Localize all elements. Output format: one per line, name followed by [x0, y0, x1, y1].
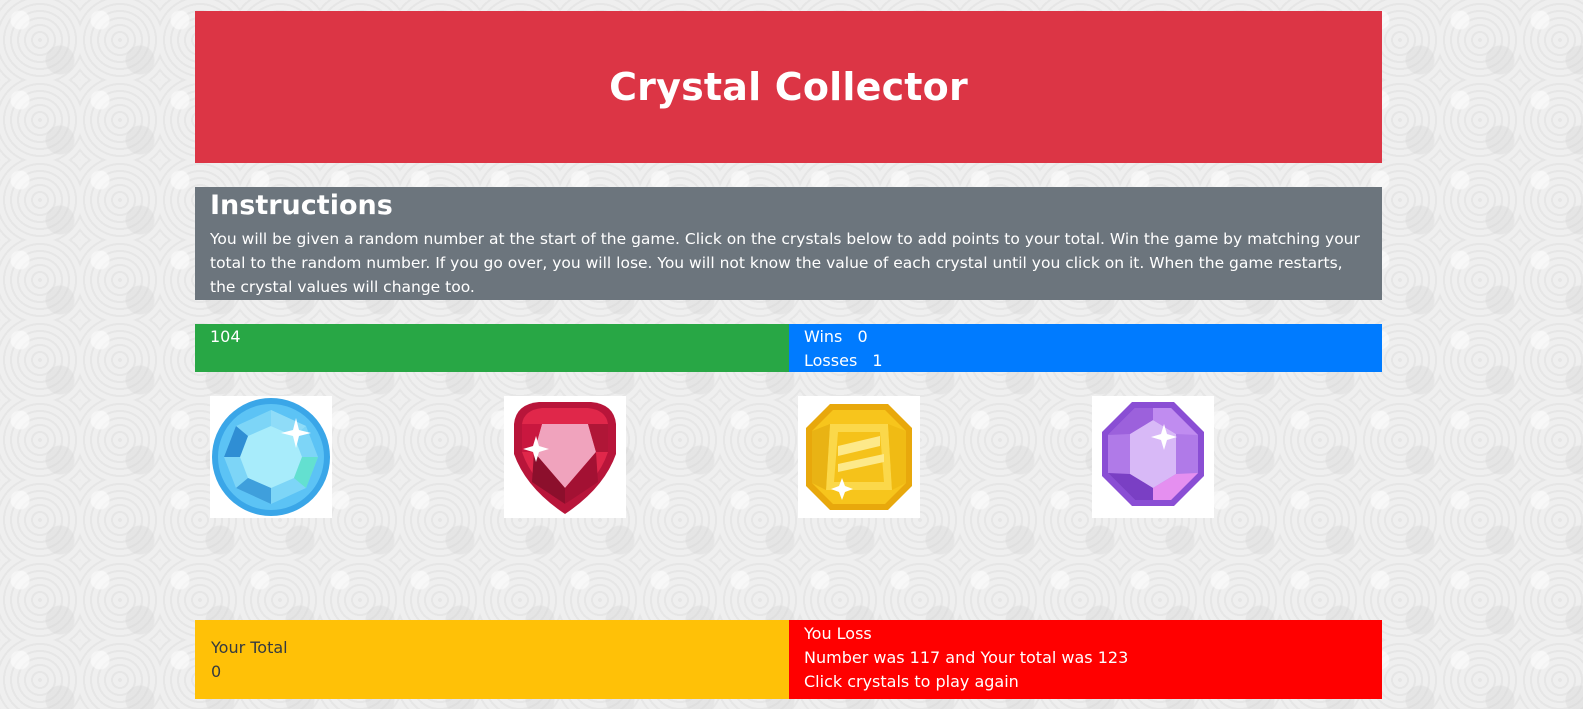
your-total-panel: Your Total 0: [195, 620, 789, 699]
game-header: Crystal Collector: [195, 11, 1382, 163]
result-prompt: Click crystals to play again: [804, 672, 1019, 691]
result-panel: You Loss Number was 117 and Your total w…: [789, 620, 1382, 699]
your-total-label: Your Total: [211, 638, 288, 657]
instructions-panel: Instructions You will be given a random …: [195, 187, 1382, 300]
your-total-value: 0: [211, 662, 222, 681]
yellow-crystal-icon: [806, 404, 912, 510]
target-number: 104: [210, 327, 241, 346]
red-crystal[interactable]: [504, 396, 626, 518]
wins-value: 0: [857, 327, 868, 346]
losses-label: Losses: [804, 351, 858, 370]
blue-crystal-icon: [212, 398, 330, 516]
bottom-row: Your Total 0 You Loss Number was 117 and…: [195, 620, 1382, 699]
purple-crystal[interactable]: [1092, 396, 1214, 518]
red-crystal-icon: [514, 402, 616, 514]
losses-row: Losses 1: [804, 349, 1367, 373]
game-container: Crystal Collector Instructions You will …: [195, 11, 1382, 699]
game-title: Crystal Collector: [609, 65, 968, 109]
losses-value: 1: [872, 351, 883, 370]
wins-label: Wins: [804, 327, 843, 346]
instructions-heading: Instructions: [210, 190, 393, 221]
blue-crystal[interactable]: [210, 396, 332, 518]
result-status: You Loss: [804, 624, 872, 643]
wins-row: Wins 0: [804, 325, 1367, 349]
result-details: Number was 117 and Your total was 123: [804, 648, 1129, 667]
purple-crystal-icon: [1102, 402, 1204, 506]
scoreboard: Wins 0 Losses 1: [789, 324, 1382, 372]
target-number-panel: 104: [195, 324, 789, 372]
instructions-text: You will be given a random number at the…: [210, 230, 1360, 296]
stats-row: 104 Wins 0 Losses 1: [195, 324, 1382, 372]
yellow-crystal[interactable]: [798, 396, 920, 518]
crystals-row: [195, 372, 1382, 620]
